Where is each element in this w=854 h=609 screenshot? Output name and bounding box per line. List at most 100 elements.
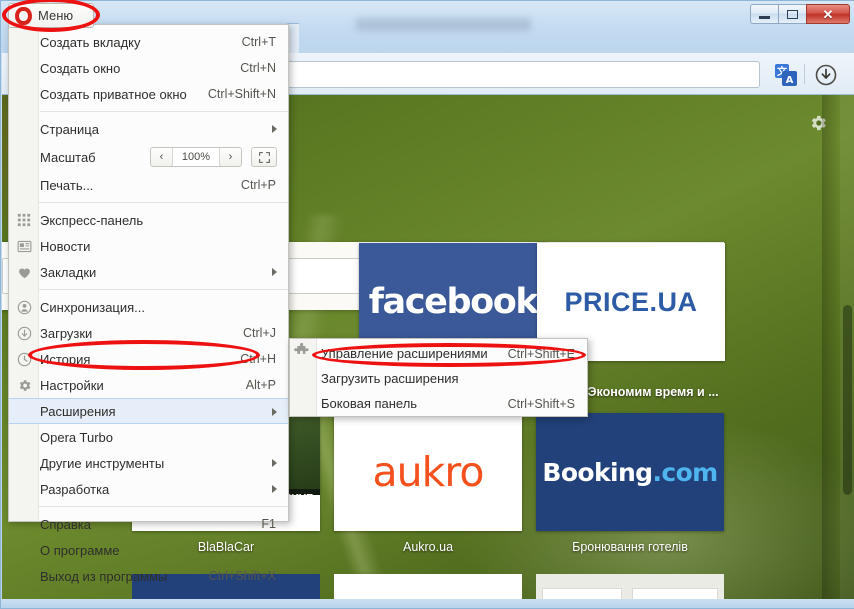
- menu-item-sync[interactable]: Синхронизация...: [9, 294, 288, 320]
- clock-icon: [15, 350, 33, 368]
- menu-item-downloads[interactable]: Загрузки Ctrl+J: [9, 320, 288, 346]
- menu-item-print[interactable]: Печать... Ctrl+P: [9, 172, 288, 198]
- menu-item-label: Создать вкладку: [40, 35, 242, 50]
- page-edge-shadow: [822, 95, 840, 600]
- translate-icon[interactable]: 文 A: [774, 63, 798, 87]
- menu-item-help[interactable]: Справка F1: [9, 511, 288, 537]
- opera-logo-icon: [15, 7, 32, 25]
- window-bottom-border: [1, 599, 854, 608]
- menu-item-label: Загрузки: [40, 326, 243, 341]
- speed-dial-tile-partial-3[interactable]: [536, 574, 724, 600]
- extensions-submenu: Управление расширениями Ctrl+Shift+E Заг…: [289, 338, 588, 417]
- submenu-item-manage-extensions[interactable]: Управление расширениями Ctrl+Shift+E: [290, 341, 587, 366]
- menu-button[interactable]: Меню: [8, 3, 94, 28]
- news-icon: [15, 237, 33, 255]
- submenu-item-label: Управление расширениями: [321, 346, 488, 361]
- menu-item-label: Синхронизация...: [40, 300, 276, 315]
- price-ua-logo: PRICE.UA: [564, 287, 697, 318]
- tile-thumbnail: Booking.com: [536, 413, 724, 531]
- chevron-right-icon: [272, 459, 277, 467]
- close-button[interactable]: ✕: [806, 4, 850, 24]
- speed-dial-tile-aukro[interactable]: aukro Aukro.ua: [334, 413, 522, 554]
- menu-item-page[interactable]: Страница: [9, 116, 288, 142]
- menu-item-new-window[interactable]: Создать окно Ctrl+N: [9, 55, 288, 81]
- menu-item-shortcut: Ctrl+Shift+X: [209, 569, 276, 583]
- menu-item-label: Создать приватное окно: [40, 87, 208, 102]
- svg-text:A: A: [786, 75, 794, 86]
- menu-item-label: Настройки: [40, 378, 246, 393]
- chevron-right-icon: [272, 268, 277, 276]
- minimize-button[interactable]: [750, 4, 778, 24]
- menu-item-label: Масштаб: [40, 150, 96, 165]
- menu-item-label: Закладки: [40, 265, 276, 280]
- menu-item-bookmarks[interactable]: Закладки: [9, 259, 288, 285]
- menu-item-development[interactable]: Разработка: [9, 476, 288, 502]
- menu-item-settings[interactable]: Настройки Alt+P: [9, 372, 288, 398]
- menu-item-label: Выход из программы: [40, 569, 209, 584]
- menu-item-speed-dial[interactable]: Экспресс-панель: [9, 207, 288, 233]
- active-tab-title-blurred: [356, 18, 531, 31]
- aukro-logo: aukro: [373, 448, 484, 496]
- menu-separator: [40, 111, 288, 112]
- menu-item-shortcut: F1: [261, 517, 276, 531]
- submenu-item-sidebar[interactable]: Боковая панель Ctrl+Shift+S: [290, 391, 587, 416]
- maximize-button[interactable]: [778, 4, 806, 24]
- zoom-decrease-button[interactable]: ‹: [151, 148, 173, 166]
- fullscreen-icon[interactable]: [251, 147, 277, 167]
- menu-item-history[interactable]: История Ctrl+H: [9, 346, 288, 372]
- menu-item-opera-turbo[interactable]: Opera Turbo: [9, 424, 288, 450]
- chevron-right-icon: [272, 125, 277, 133]
- download-icon[interactable]: [814, 63, 838, 87]
- menu-item-label: Opera Turbo: [40, 430, 276, 445]
- tile-label: Aukro.ua: [334, 540, 522, 554]
- download-circle-icon: [15, 324, 33, 342]
- menu-item-label: Разработка: [40, 482, 276, 497]
- menu-item-other-tools[interactable]: Другие инструменты: [9, 450, 288, 476]
- menu-item-label: Создать окно: [40, 61, 240, 76]
- menu-item-label: История: [40, 352, 240, 367]
- submenu-item-label: Боковая панель: [321, 396, 417, 411]
- booking-tld: .com: [652, 458, 717, 487]
- menu-item-shortcut: Ctrl+N: [240, 61, 276, 75]
- screenshot-root: ✕ я поиска или веб-адрес 文 A: [0, 0, 854, 609]
- menu-item-label: Новости: [40, 239, 276, 254]
- zoom-value: 100%: [173, 148, 219, 166]
- submenu-item-label: Загрузить расширения: [321, 371, 459, 386]
- menu-separator: [9, 506, 288, 507]
- booking-name: Booking: [542, 458, 652, 487]
- menu-item-shortcut: Ctrl+P: [241, 178, 276, 192]
- zoom-stepper[interactable]: ‹ 100% ›: [150, 147, 242, 167]
- menu-separator: [9, 202, 288, 203]
- submenu-item-shortcut: Ctrl+Shift+S: [508, 397, 575, 411]
- menu-item-label: О программе: [40, 543, 276, 558]
- chevron-right-icon: [272, 485, 277, 493]
- scrollbar-thumb[interactable]: [843, 305, 852, 495]
- page-scrollbar[interactable]: [840, 95, 854, 600]
- menu-item-label: Страница: [40, 122, 276, 137]
- speed-dial-tile-booking[interactable]: Booking.com Бронювання готелів: [536, 413, 724, 554]
- menu-item-shortcut: Ctrl+H: [240, 352, 276, 366]
- menu-item-shortcut: Ctrl+J: [243, 326, 276, 340]
- menu-item-shortcut: Ctrl+T: [242, 35, 276, 49]
- zoom-increase-button[interactable]: ›: [219, 148, 241, 166]
- price-ua-caption: - Экономим время и ...: [580, 385, 719, 399]
- menu-item-label: Справка: [40, 517, 261, 532]
- menu-item-label: Другие инструменты: [40, 456, 276, 471]
- opera-main-menu: Создать вкладку Ctrl+T Создать окно Ctrl…: [8, 24, 289, 522]
- toolbar-separator: [804, 64, 805, 84]
- menu-separator: [9, 289, 288, 290]
- submenu-item-get-extensions[interactable]: Загрузить расширения: [290, 366, 587, 391]
- menu-item-news[interactable]: Новости: [9, 233, 288, 259]
- tile-label: Бронювання готелів: [536, 540, 724, 554]
- heart-icon: [15, 263, 33, 281]
- window-controls: ✕: [750, 4, 850, 24]
- menu-item-about[interactable]: О программе: [9, 537, 288, 563]
- menu-item-new-tab[interactable]: Создать вкладку Ctrl+T: [9, 29, 288, 55]
- speed-dial-tile-partial-2[interactable]: [334, 574, 522, 600]
- menu-item-zoom[interactable]: Масштаб ‹ 100% ›: [9, 142, 288, 172]
- menu-item-extensions[interactable]: Расширения: [9, 398, 288, 424]
- submenu-item-shortcut: Ctrl+Shift+E: [508, 347, 575, 361]
- menu-item-exit[interactable]: Выход из программы Ctrl+Shift+X: [9, 563, 288, 589]
- menu-item-new-private-window[interactable]: Создать приватное окно Ctrl+Shift+N: [9, 81, 288, 107]
- menu-item-label: Печать...: [40, 178, 241, 193]
